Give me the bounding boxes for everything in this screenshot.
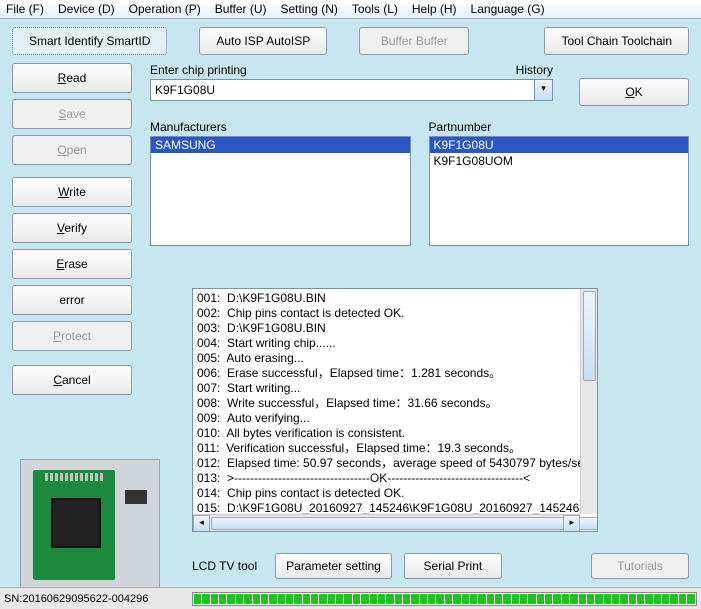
manufacturers-list[interactable]: SAMSUNG <box>150 136 411 246</box>
ok-button[interactable]: OK <box>579 78 689 106</box>
partnumber-list[interactable]: K9F1G08U K9F1G08UOM <box>429 136 690 246</box>
menu-file[interactable]: File (F) <box>6 2 44 16</box>
status-bar: SN:20160629095622-004296 <box>0 587 701 609</box>
menu-bar: File (F) Device (D) Operation (P) Buffer… <box>0 0 701 19</box>
auto-isp-button[interactable]: Auto ISP AutoISP <box>199 27 327 55</box>
menu-buffer[interactable]: Buffer (U) <box>215 2 267 16</box>
partnumber-label: Partnumber <box>429 120 690 134</box>
read-button[interactable]: Read <box>12 63 132 93</box>
menu-language[interactable]: Language (G) <box>471 2 545 16</box>
parameter-setting-button[interactable]: Parameter setting <box>275 553 392 579</box>
scrollbar-vertical[interactable] <box>580 289 597 514</box>
manufacturers-label: Manufacturers <box>150 120 411 134</box>
chip-input[interactable] <box>150 79 535 101</box>
menu-device[interactable]: Device (D) <box>58 2 115 16</box>
smart-identify-button[interactable]: Smart Identify SmartID <box>12 27 167 55</box>
log-body: 001: D:\K9F1G08U.BIN 002: Chip pins cont… <box>193 289 597 532</box>
scroll-right-icon[interactable]: ▸ <box>563 515 580 532</box>
tutorials-button: Tutorials <box>591 553 689 579</box>
chip-icon <box>125 490 147 504</box>
save-button: Save <box>12 99 132 129</box>
toolbar: Smart Identify SmartID Auto ISP AutoISP … <box>0 19 701 63</box>
menu-help[interactable]: Help (H) <box>412 2 457 16</box>
buffer-button: Buffer Buffer <box>359 27 469 55</box>
menu-setting[interactable]: Setting (N) <box>281 2 338 16</box>
pcb-icon <box>33 470 115 580</box>
tool-chain-button[interactable]: Tool Chain Toolchain <box>544 27 689 55</box>
menu-tools[interactable]: Tools (L) <box>352 2 398 16</box>
write-button[interactable]: Write <box>12 177 132 207</box>
list-item[interactable]: K9F1G08UOM <box>430 153 689 169</box>
bottom-bar: LCD TV tool Parameter setting Serial Pri… <box>192 547 689 585</box>
scroll-thumb[interactable] <box>583 291 596 381</box>
cancel-button[interactable]: Cancel <box>12 365 132 395</box>
enter-chip-label: Enter chip printing <box>150 63 247 77</box>
chip-dropdown-button[interactable]: ▾ <box>535 79 553 101</box>
erase-button[interactable]: Erase <box>12 249 132 279</box>
list-item[interactable]: SAMSUNG <box>151 137 410 153</box>
protect-button: Protect <box>12 321 132 351</box>
progress-bar <box>192 592 697 606</box>
verify-button[interactable]: Verify <box>12 213 132 243</box>
sidebar: Read Save Open Write Verify Erase error … <box>12 63 132 453</box>
adapter-image <box>20 459 160 589</box>
list-item[interactable]: K9F1G08U <box>430 137 689 153</box>
serial-number: SN:20160629095622-004296 <box>4 593 192 605</box>
open-button: Open <box>12 135 132 165</box>
log-panel[interactable]: 001: D:\K9F1G08U.BIN 002: Chip pins cont… <box>192 288 598 532</box>
lcd-tv-tool-label: LCD TV tool <box>192 559 257 573</box>
serial-print-button[interactable]: Serial Print <box>404 553 502 579</box>
scroll-left-icon[interactable]: ◂ <box>193 515 210 532</box>
scrollbar-horizontal[interactable]: ◂ ▸ <box>193 514 580 531</box>
scroll-thumb-h[interactable] <box>211 517 598 530</box>
history-label: History <box>516 63 553 77</box>
error-button[interactable]: error <box>12 285 132 315</box>
menu-operation[interactable]: Operation (P) <box>129 2 201 16</box>
